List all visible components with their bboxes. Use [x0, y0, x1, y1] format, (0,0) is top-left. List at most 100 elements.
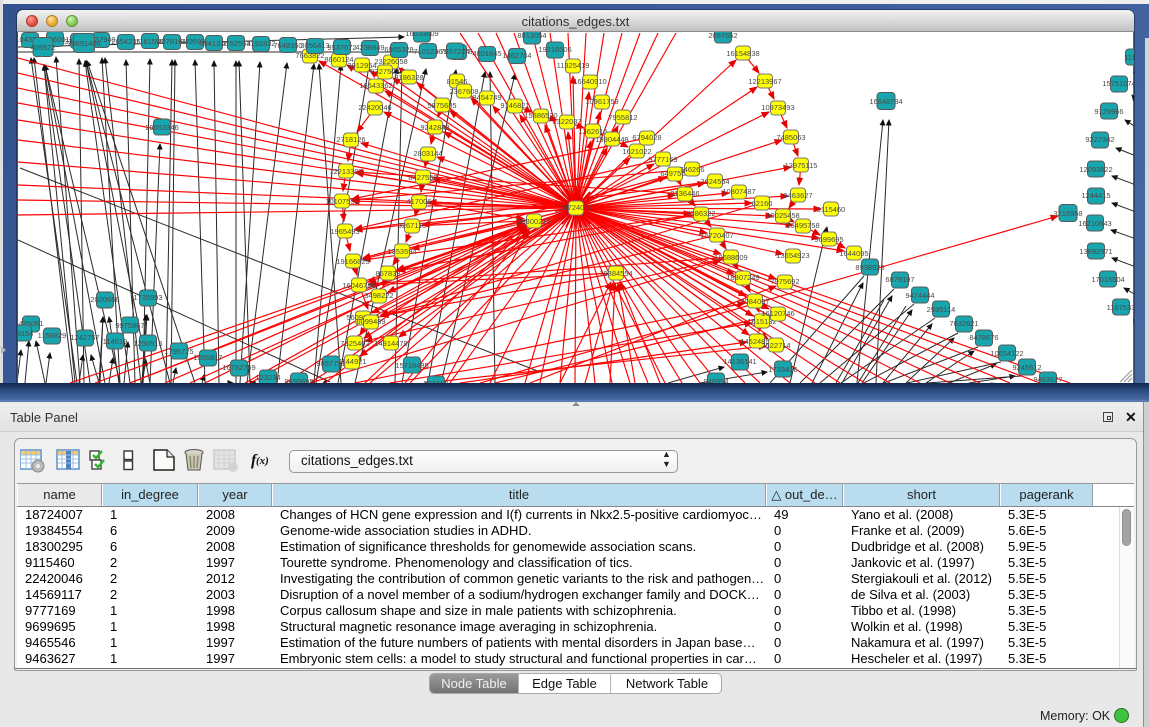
svg-text:3267110: 3267110	[398, 221, 427, 230]
svg-text:9777169: 9777169	[648, 155, 677, 164]
svg-text:6794028: 6794028	[632, 133, 661, 142]
svg-text:6965328: 6965328	[384, 45, 413, 54]
svg-text:2803144: 2803144	[413, 149, 442, 158]
svg-text:13975115: 13975115	[785, 161, 818, 170]
svg-text:867833: 867833	[375, 269, 400, 278]
svg-text:13692971: 13692971	[1079, 247, 1112, 256]
svg-text:9084067: 9084067	[740, 297, 769, 306]
svg-text:114519: 114519	[103, 337, 127, 346]
svg-text:1733426: 1733426	[768, 365, 797, 374]
svg-text:7975692: 7975692	[770, 277, 799, 286]
svg-text:15720407: 15720407	[700, 231, 733, 240]
svg-text:7632621: 7632621	[949, 319, 978, 328]
svg-text:3056413: 3056413	[300, 41, 329, 50]
svg-text:16033809: 16033809	[405, 32, 438, 38]
svg-text:6879197: 6879197	[885, 275, 914, 284]
svg-text:1735993: 1735993	[133, 293, 162, 302]
svg-text:16543362: 16543362	[359, 81, 392, 90]
svg-text:20691406: 20691406	[67, 39, 100, 48]
svg-text:16495758: 16495758	[786, 221, 819, 230]
svg-text:7625402: 7625402	[340, 339, 369, 348]
svg-text:10025458: 10025458	[766, 211, 799, 220]
svg-text:8427552: 8427552	[408, 173, 437, 182]
svg-text:13654923: 13654923	[776, 251, 809, 260]
svg-text:12093822: 12093822	[1079, 165, 1112, 174]
svg-text:1644095: 1644095	[839, 249, 868, 258]
svg-text:10654122: 10654122	[990, 349, 1023, 358]
svg-text:1250515: 1250515	[133, 339, 162, 348]
svg-text:11124: 11124	[1124, 53, 1134, 62]
svg-text:8454749: 8454749	[472, 93, 501, 102]
svg-text:18724007: 18724007	[559, 203, 592, 212]
svg-text:9463627: 9463627	[783, 191, 812, 200]
svg-text:7857224: 7857224	[440, 47, 469, 56]
svg-text:16782759: 16782759	[222, 363, 255, 372]
svg-text:4238849: 4238849	[355, 43, 384, 52]
svg-text:9537672: 9537672	[327, 43, 356, 52]
svg-text:3215958: 3215958	[1053, 209, 1082, 218]
svg-text:23226058: 23226058	[374, 57, 407, 66]
svg-text:9463627: 9463627	[1033, 375, 1062, 383]
svg-text:11325419: 11325419	[557, 61, 590, 70]
svg-text:9699695: 9699695	[814, 235, 843, 244]
svg-text:10961758: 10961758	[585, 97, 618, 106]
svg-text:10807487: 10807487	[722, 187, 755, 196]
svg-text:8478676: 8478676	[969, 333, 998, 342]
svg-text:9115460: 9115460	[817, 205, 846, 214]
svg-text:1621022: 1621022	[622, 147, 651, 156]
svg-text:19166825: 19166825	[336, 257, 369, 266]
svg-text:10107552: 10107552	[325, 197, 358, 206]
svg-text:9129966: 9129966	[1094, 107, 1123, 116]
svg-text:405572: 405572	[30, 43, 55, 52]
svg-text:22420046: 22420046	[358, 103, 391, 112]
svg-text:9227342: 9227342	[1085, 135, 1114, 144]
svg-text:1353594: 1353594	[387, 247, 416, 256]
svg-text:7386322: 7386322	[686, 209, 715, 218]
svg-text:10973493: 10973493	[761, 103, 794, 112]
svg-text:1242757: 1242757	[70, 333, 99, 342]
svg-text:62160: 62160	[752, 199, 773, 208]
svg-text:2020656: 2020656	[90, 295, 119, 304]
svg-text:14136141: 14136141	[723, 357, 756, 366]
svg-text:7955812: 7955812	[608, 113, 637, 122]
svg-text:8186328: 8186328	[394, 73, 423, 82]
svg-text:19384554: 19384554	[599, 269, 632, 278]
svg-text:14914479: 14914479	[374, 339, 407, 348]
svg-text:8938923: 8938923	[855, 263, 884, 272]
svg-text:1156829: 1156829	[38, 331, 67, 340]
svg-text:3624554: 3624554	[700, 177, 729, 186]
svg-text:12213967: 12213967	[748, 77, 781, 86]
svg-text:(x): (x)	[256, 455, 269, 467]
svg-text:25300215: 25300215	[517, 217, 550, 226]
svg-text:15751074: 15751074	[1102, 79, 1134, 88]
svg-text:16046788: 16046788	[342, 281, 375, 290]
svg-text:17016504: 17016504	[1091, 275, 1124, 284]
svg-text:1167533: 1167533	[1107, 303, 1134, 312]
svg-text:15716485: 15716485	[395, 361, 428, 370]
svg-text:12213303: 12213303	[329, 167, 362, 176]
svg-text:16210643: 16210643	[1078, 219, 1111, 228]
svg-text:746266: 746266	[679, 165, 704, 174]
svg-text:8813054: 8813054	[517, 32, 546, 40]
svg-text:123234: 123234	[255, 373, 280, 382]
svg-text:7485063: 7485063	[776, 133, 805, 142]
svg-text:1244415: 1244415	[1081, 191, 1110, 200]
svg-text:1795725: 1795725	[164, 347, 193, 356]
svg-text:2136446: 2136446	[670, 189, 699, 198]
svg-text:4801845: 4801845	[472, 49, 501, 58]
svg-text:9146821: 9146821	[500, 101, 529, 110]
svg-text:9242848: 9242848	[420, 123, 449, 132]
svg-text:6322037: 6322037	[552, 117, 581, 126]
svg-text:16154838: 16154838	[726, 49, 759, 58]
svg-text:16648784: 16648784	[869, 97, 902, 106]
svg-text:1095817: 1095817	[193, 353, 222, 362]
svg-text:2935114: 2935114	[927, 305, 956, 314]
svg-text:19904448: 19904448	[595, 135, 628, 144]
svg-text:19218506: 19218506	[538, 45, 571, 54]
svg-text:7101226: 7101226	[413, 47, 442, 56]
svg-text:10688609: 10688609	[714, 253, 747, 262]
svg-text:16640910: 16640910	[573, 77, 606, 86]
svg-text:3498222: 3498222	[364, 291, 393, 300]
svg-text:9245612: 9245612	[1012, 363, 1041, 372]
svg-text:18807249: 18807249	[726, 273, 759, 282]
